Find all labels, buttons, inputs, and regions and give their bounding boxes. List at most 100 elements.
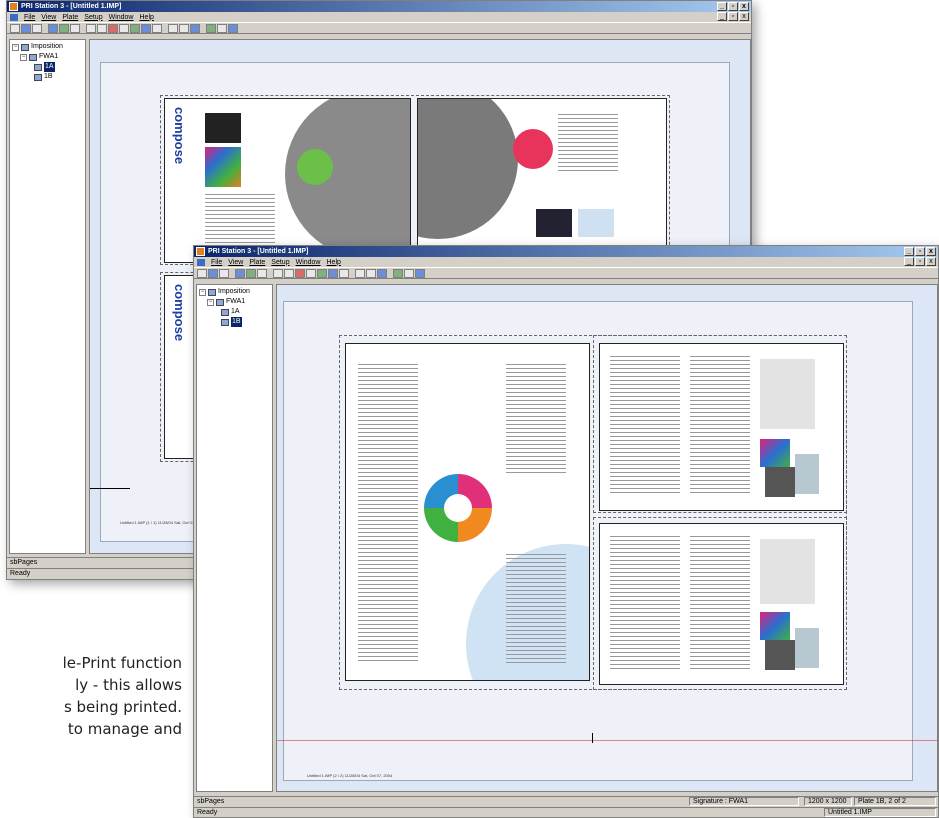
open-icon[interactable] [21, 23, 31, 33]
close-button[interactable]: x [739, 2, 749, 11]
layout-icon[interactable] [86, 23, 96, 33]
signature-panel: Signature : FWA1 [689, 797, 799, 806]
front-title-bar[interactable]: PRI Station 3 - [Untitled 1.IMP] _ ▫ x [194, 246, 938, 257]
menu-view[interactable]: View [228, 259, 243, 266]
mdi-restore-button[interactable]: ▫ [915, 257, 925, 266]
save-icon[interactable] [32, 23, 42, 33]
close-button[interactable]: x [926, 247, 936, 256]
tree-node-1a[interactable]: 1A [199, 307, 270, 317]
output-icon[interactable] [393, 268, 403, 278]
help-icon[interactable] [228, 23, 238, 33]
screenshot-right [578, 209, 614, 237]
menu-view[interactable]: View [41, 14, 56, 21]
print-icon[interactable] [257, 268, 267, 278]
mdi-restore-button[interactable]: ▫ [728, 12, 738, 21]
open-icon[interactable] [208, 268, 218, 278]
grid-icon[interactable] [284, 268, 294, 278]
menu-help[interactable]: Help [327, 259, 341, 266]
mdi-close-button[interactable]: x [926, 257, 936, 266]
settings-icon[interactable] [217, 23, 227, 33]
refresh-icon[interactable] [377, 268, 387, 278]
new-icon[interactable] [197, 268, 207, 278]
front-window-title: PRI Station 3 - [Untitled 1.IMP] [208, 248, 309, 255]
tree-node-1b[interactable]: 1B [12, 72, 83, 82]
tree-node-fwa1[interactable]: − FWA1 [199, 297, 270, 307]
page-icon[interactable] [119, 23, 129, 33]
app-icon [9, 2, 18, 11]
export-icon[interactable] [246, 268, 256, 278]
front-imposition-tree[interactable]: − Imposition − FWA1 1A 1B [196, 284, 273, 792]
menu-plate[interactable]: Plate [62, 14, 78, 21]
body-line-1: le-Print function [62, 654, 182, 672]
preview-icon[interactable] [328, 268, 338, 278]
back-title-bar[interactable]: PRI Station 3 - [Untitled 1.IMP] _ ▫ x [7, 1, 751, 12]
page-icon[interactable] [306, 268, 316, 278]
menu-file[interactable]: File [211, 259, 222, 266]
menu-window[interactable]: Window [296, 259, 321, 266]
tree-node-1b[interactable]: 1B [199, 317, 270, 327]
tree-node-1a[interactable]: 1A [12, 62, 83, 72]
zoom-icon[interactable] [355, 268, 365, 278]
preview-icon[interactable] [141, 23, 151, 33]
front-page-left [345, 343, 590, 681]
red-circle [513, 129, 553, 169]
grid-icon[interactable] [97, 23, 107, 33]
minimize-button[interactable]: _ [904, 247, 914, 256]
menu-plate[interactable]: Plate [249, 259, 265, 266]
tree-node-fwa1[interactable]: − FWA1 [12, 52, 83, 62]
plate-icon [34, 63, 42, 71]
gray-placeholder [760, 359, 815, 429]
zoom-icon[interactable] [168, 23, 178, 33]
plate-icon [34, 73, 42, 81]
photo-right [536, 209, 572, 237]
import-icon[interactable] [48, 23, 58, 33]
menu-window[interactable]: Window [109, 14, 134, 21]
mdi-minimize-button[interactable]: _ [717, 12, 727, 21]
text-column-1 [358, 364, 418, 664]
menu-help[interactable]: Help [140, 14, 154, 21]
photo-thumbnail [765, 467, 795, 497]
front-page-right-upper [599, 343, 844, 511]
front-plate-canvas[interactable]: Untitled 1.IMP (2 / 2) 11/28/04 Sat, Oct… [276, 284, 938, 792]
signature-icon [216, 298, 224, 306]
back-imposition-tree[interactable]: − Imposition − FWA1 1A 1B [9, 39, 86, 554]
fit-icon[interactable] [179, 23, 189, 33]
mdi-minimize-button[interactable]: _ [904, 257, 914, 266]
document-panel: Untitled 1.IMP [824, 808, 936, 817]
mark-icon[interactable] [108, 23, 118, 33]
plate-icon [221, 308, 229, 316]
output-icon[interactable] [206, 23, 216, 33]
maximize-button[interactable]: ▫ [915, 247, 925, 256]
crop-mark-center [592, 733, 593, 743]
mdi-close-button[interactable]: x [739, 12, 749, 21]
gray-placeholder-lower [760, 539, 815, 604]
export-icon[interactable] [59, 23, 69, 33]
front-status-bar: Ready Untitled 1.IMP [194, 807, 938, 817]
settings-icon[interactable] [404, 268, 414, 278]
tree-node-imposition[interactable]: − Imposition [12, 42, 83, 52]
photo-thumbnail-lower [765, 640, 795, 670]
new-icon[interactable] [10, 23, 20, 33]
print-icon[interactable] [70, 23, 80, 33]
help-icon[interactable] [415, 268, 425, 278]
menu-setup[interactable]: Setup [271, 259, 289, 266]
menu-file[interactable]: File [24, 14, 35, 21]
maximize-button[interactable]: ▫ [728, 2, 738, 11]
minimize-button[interactable]: _ [717, 2, 727, 11]
color-icon[interactable] [130, 23, 140, 33]
sheet-icon[interactable] [339, 268, 349, 278]
tree-node-imposition[interactable]: − Imposition [199, 287, 270, 297]
mark-icon[interactable] [295, 268, 305, 278]
import-icon[interactable] [235, 268, 245, 278]
menu-setup[interactable]: Setup [84, 14, 102, 21]
plate-panel: Plate 1B, 2 of 2 [854, 797, 936, 806]
imposition-icon [21, 43, 29, 51]
plate-icon [221, 318, 229, 326]
save-icon[interactable] [219, 268, 229, 278]
sheet-icon[interactable] [152, 23, 162, 33]
fit-icon[interactable] [366, 268, 376, 278]
color-icon[interactable] [317, 268, 327, 278]
layout-icon[interactable] [273, 268, 283, 278]
refresh-icon[interactable] [190, 23, 200, 33]
back-page-right [417, 98, 667, 263]
